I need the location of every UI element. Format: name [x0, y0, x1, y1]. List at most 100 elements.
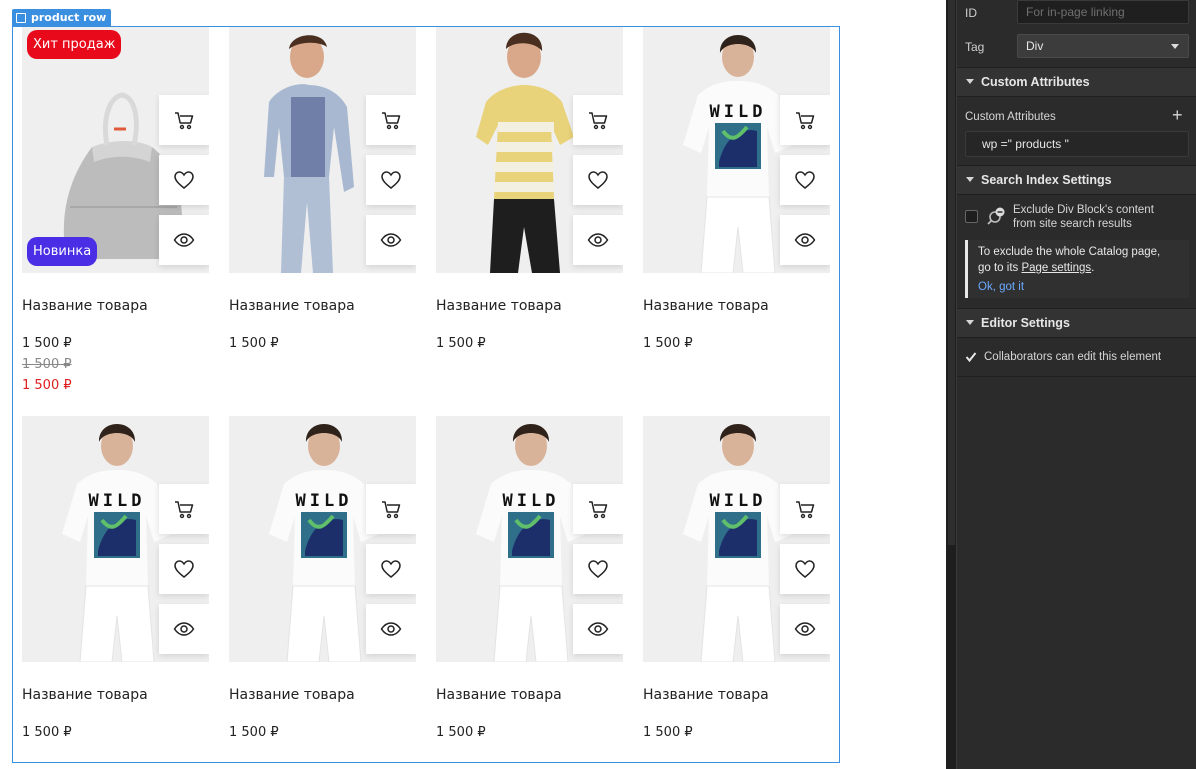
product-price: 1 500 ₽ — [229, 336, 279, 351]
product-card[interactable]: Хит продаж Новинка Название товара 1 500 ₽ 1… — [22, 27, 209, 393]
heart-icon — [381, 560, 401, 578]
tag-label: Tag — [965, 40, 985, 54]
product-image-wild-tee[interactable]: WILD — [22, 416, 209, 662]
heart-button[interactable] — [780, 544, 830, 594]
cart-button[interactable] — [573, 95, 623, 145]
product-image-wild-tee[interactable]: WILD — [643, 416, 830, 662]
id-label: ID — [965, 6, 977, 20]
check-icon[interactable] — [965, 351, 977, 363]
heart-button[interactable] — [366, 544, 416, 594]
product-image-wild-tee[interactable]: WILD — [643, 27, 830, 273]
eye-button[interactable] — [780, 604, 830, 654]
chevron-down-icon — [1171, 44, 1179, 49]
collapse-icon — [966, 320, 974, 325]
id-input[interactable]: For in-page linking — [1017, 0, 1189, 24]
selection-label: product row — [31, 11, 107, 24]
product-name[interactable]: Название товара — [229, 298, 355, 314]
note-text: To exclude the whole Catalog page, — [978, 246, 1161, 258]
product-image-wild-tee[interactable]: WILD — [229, 416, 416, 662]
inspector-panel: ID For in-page linking Tag Div Custom At… — [957, 0, 1196, 769]
scrollbar-thumb[interactable] — [948, 0, 955, 545]
product-price: 1 500 ₽ — [643, 725, 693, 740]
product-image-man-blazer[interactable] — [229, 27, 416, 273]
cart-button[interactable] — [366, 484, 416, 534]
product-card[interactable]: Название товара 1 500 ₽ — [436, 27, 623, 351]
section-title: Editor Settings — [981, 316, 1070, 330]
cart-icon — [175, 501, 194, 519]
eye-button[interactable] — [159, 604, 209, 654]
eye-button[interactable] — [573, 604, 623, 654]
product-card[interactable]: WILD Название товара 1 500 ₽ — [22, 416, 209, 740]
eye-button[interactable] — [159, 215, 209, 265]
divider — [957, 376, 1196, 377]
eye-button[interactable] — [573, 215, 623, 265]
editor-settings-header[interactable]: Editor Settings — [957, 308, 1196, 338]
heart-button[interactable] — [159, 155, 209, 205]
heart-button[interactable] — [780, 155, 830, 205]
new-badge: Новинка — [27, 237, 98, 266]
eye-button[interactable] — [780, 215, 830, 265]
tag-select[interactable]: Div — [1017, 34, 1189, 58]
attribute-item[interactable]: wp =" products " — [965, 131, 1189, 157]
heart-button[interactable] — [573, 544, 623, 594]
cart-button[interactable] — [159, 95, 209, 145]
svg-text:WILD: WILD — [503, 491, 560, 511]
designer-canvas[interactable]: product row Хит продаж Новинка Название то… — [0, 0, 946, 769]
bestseller-badge: Хит продаж — [27, 30, 122, 59]
product-name[interactable]: Название товара — [22, 298, 148, 314]
cart-icon — [796, 501, 815, 519]
product-price: 1 500 ₽ — [22, 336, 72, 351]
product-price: 1 500 ₽ — [22, 725, 72, 740]
cart-button[interactable] — [780, 95, 830, 145]
product-name[interactable]: Название товара — [643, 298, 769, 314]
product-image-man-striped-tee[interactable] — [436, 27, 623, 273]
cart-button[interactable] — [573, 484, 623, 534]
product-image-backpack[interactable]: Хит продаж Новинка — [22, 27, 209, 273]
product-card[interactable]: WILD Название товара 1 500 ₽ — [229, 416, 416, 740]
heart-icon — [795, 560, 815, 578]
heart-icon — [381, 171, 401, 189]
exclude-label-2: from site search results — [1013, 218, 1132, 230]
exclude-label-1: Exclude Div Block's content — [1013, 204, 1154, 216]
heart-icon — [588, 560, 608, 578]
heart-button[interactable] — [366, 155, 416, 205]
product-name[interactable]: Название товара — [436, 298, 562, 314]
eye-icon — [173, 233, 195, 247]
selection-tag[interactable]: product row — [12, 9, 112, 26]
search-index-header[interactable]: Search Index Settings — [957, 165, 1196, 195]
collapse-icon — [966, 177, 974, 182]
cart-button[interactable] — [780, 484, 830, 534]
cart-icon — [589, 112, 608, 130]
product-image-wild-tee[interactable]: WILD — [436, 416, 623, 662]
cart-button[interactable] — [159, 484, 209, 534]
heart-button[interactable] — [159, 544, 209, 594]
eye-button[interactable] — [366, 604, 416, 654]
cart-button[interactable] — [366, 95, 416, 145]
eye-button[interactable] — [366, 215, 416, 265]
cart-icon — [589, 501, 608, 519]
heart-icon — [174, 560, 194, 578]
heart-icon — [795, 171, 815, 189]
eye-icon — [794, 233, 816, 247]
product-name[interactable]: Название товара — [229, 687, 355, 703]
product-card[interactable]: WILD Название товара 1 500 ₽ — [643, 27, 830, 351]
element-icon — [16, 12, 26, 23]
product-card[interactable]: Название товара 1 500 ₽ — [229, 27, 416, 351]
ok-got-it-link[interactable]: Ok, got it — [978, 279, 1189, 295]
add-attribute-icon[interactable]: + — [1172, 106, 1183, 124]
svg-text:WILD: WILD — [710, 102, 767, 122]
page-settings-link[interactable]: Page settings — [1021, 262, 1091, 274]
heart-button[interactable] — [573, 155, 623, 205]
product-card[interactable]: WILD Название товара 1 500 ₽ — [643, 416, 830, 740]
product-name[interactable]: Название товара — [643, 687, 769, 703]
section-title: Search Index Settings — [981, 173, 1112, 187]
custom-attributes-header[interactable]: Custom Attributes — [957, 67, 1196, 97]
svg-text:WILD: WILD — [89, 491, 146, 511]
panel-scrollbar[interactable] — [946, 0, 957, 769]
cart-icon — [382, 112, 401, 130]
exclude-checkbox[interactable] — [965, 210, 978, 223]
old-price: 1 500 ₽ — [22, 357, 72, 372]
product-name[interactable]: Название товара — [22, 687, 148, 703]
product-name[interactable]: Название товара — [436, 687, 562, 703]
product-card[interactable]: WILD Название товара 1 500 ₽ — [436, 416, 623, 740]
